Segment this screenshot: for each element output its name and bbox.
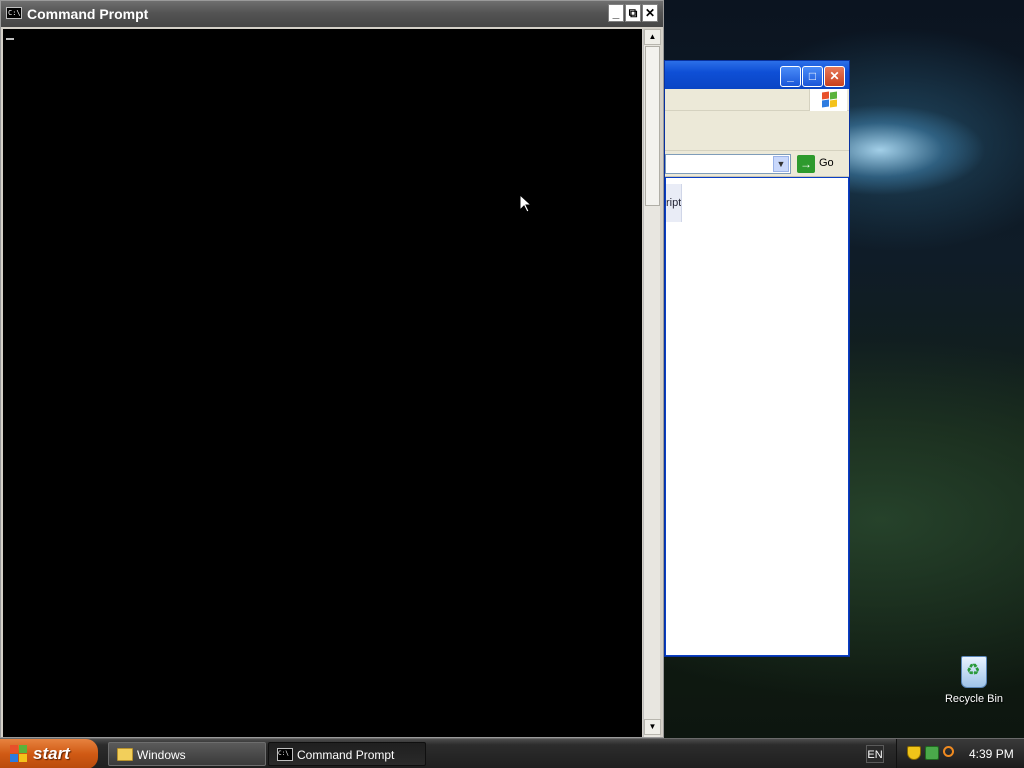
search-icon[interactable] <box>943 746 954 757</box>
task-pane-item[interactable]: ript <box>666 184 682 222</box>
taskbar-item-label: Windows <box>137 748 186 762</box>
go-button-label[interactable]: Go <box>819 157 834 169</box>
taskbar-item-windows[interactable]: Windows <box>108 742 266 766</box>
scroll-thumb[interactable] <box>645 46 660 206</box>
cmd-app-icon[interactable]: C:\ <box>6 7 22 19</box>
cmd-titlebar[interactable]: C:\ Command Prompt _ ⧉ ✕ <box>1 1 663 27</box>
clock[interactable]: 4:39 PM <box>969 747 1014 761</box>
desktop-icon-label: Recycle Bin <box>944 693 1004 705</box>
minimize-button[interactable]: _ <box>780 66 801 87</box>
go-arrow-icon[interactable]: → <box>797 155 815 173</box>
maximize-button[interactable]: □ <box>802 66 823 87</box>
network-icon[interactable] <box>925 746 939 760</box>
cmd-icon: C:\ <box>277 748 293 761</box>
text-cursor <box>6 38 14 40</box>
scroll-up-button[interactable]: ▲ <box>644 29 661 45</box>
security-shield-icon[interactable] <box>907 746 921 760</box>
recycle-bin-icon <box>961 656 987 688</box>
console-area[interactable] <box>3 29 642 737</box>
explorer-toolbar <box>665 111 849 151</box>
windows-logo-icon <box>10 745 28 763</box>
desktop-icon-recycle-bin[interactable]: Recycle Bin <box>944 656 1004 705</box>
minimize-button[interactable]: _ <box>608 4 624 22</box>
taskbar: start Windows C:\ Command Prompt EN 4:39… <box>0 738 1024 768</box>
address-input[interactable]: ▼ <box>665 154 791 174</box>
address-bar: ▼ → Go <box>665 151 849 177</box>
explorer-menubar <box>665 89 849 111</box>
system-tray: 4:39 PM <box>896 739 1024 768</box>
explorer-content: ript <box>666 178 848 655</box>
start-label: start <box>33 744 70 763</box>
scroll-down-button[interactable]: ▼ <box>644 719 661 735</box>
taskbar-item-label: Command Prompt <box>297 748 395 762</box>
explorer-titlebar[interactable]: _ □ ✕ <box>665 61 849 89</box>
command-prompt-window[interactable]: C:\ Command Prompt _ ⧉ ✕ ▲ ▼ <box>0 0 664 738</box>
restore-button[interactable]: ⧉ <box>625 4 641 22</box>
explorer-window[interactable]: _ □ ✕ ▼ → Go ript <box>664 60 850 657</box>
windows-logo-icon <box>809 89 847 111</box>
close-button[interactable]: ✕ <box>642 4 658 22</box>
taskbar-item-command-prompt[interactable]: C:\ Command Prompt <box>268 742 426 766</box>
folder-icon <box>117 748 133 761</box>
start-button[interactable]: start <box>0 739 98 768</box>
chevron-down-icon[interactable]: ▼ <box>773 156 789 172</box>
window-title: Command Prompt <box>27 6 149 22</box>
close-button[interactable]: ✕ <box>824 66 845 87</box>
vertical-scrollbar[interactable]: ▲ ▼ <box>643 29 661 737</box>
language-indicator[interactable]: EN <box>866 745 884 763</box>
